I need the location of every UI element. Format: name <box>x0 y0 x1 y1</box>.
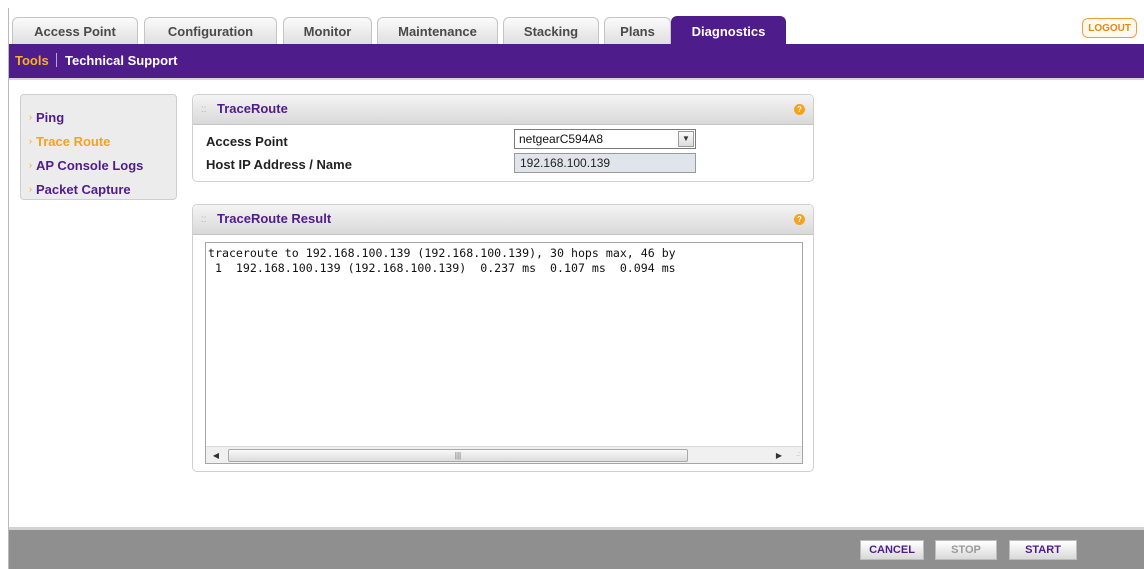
scroll-left-icon[interactable]: ◀ <box>209 449 223 462</box>
tab-access-point[interactable]: Access Point <box>12 17 138 45</box>
subnav-divider <box>56 53 57 67</box>
subnav-divider-line <box>9 78 1144 80</box>
drag-handle-icon: :: <box>201 104 207 115</box>
menu-item-packet-capture[interactable]: › Packet Capture <box>21 177 176 201</box>
traceroute-result-panel: :: TraceRoute Result ? traceroute to 192… <box>192 204 814 472</box>
menu-item-label: AP Console Logs <box>36 157 144 173</box>
footer-bar: CANCEL STOP START <box>9 527 1144 569</box>
chevron-down-icon[interactable]: ▼ <box>678 131 694 147</box>
tab-maintenance[interactable]: Maintenance <box>377 17 498 45</box>
host-ip-label: Host IP Address / Name <box>206 157 352 172</box>
resize-grip-icon[interactable]: .: <box>796 451 800 458</box>
tab-configuration[interactable]: Configuration <box>144 17 277 45</box>
menu-item-ping[interactable]: › Ping <box>21 105 176 129</box>
top-tab-bar: Access Point Configuration Monitor Maint… <box>9 8 1144 45</box>
scroll-right-icon[interactable]: ▶ <box>772 449 786 462</box>
result-textarea[interactable]: traceroute to 192.168.100.139 (192.168.1… <box>205 242 803 464</box>
access-point-label: Access Point <box>206 134 288 149</box>
logout-button[interactable]: LOGOUT <box>1082 18 1137 38</box>
access-point-select[interactable]: netgearC594A8 ▼ <box>514 129 696 149</box>
menu-item-label: Ping <box>36 109 65 125</box>
start-button[interactable]: START <box>1009 540 1077 560</box>
help-icon[interactable]: ? <box>794 214 805 225</box>
result-line: traceroute to 192.168.100.139 (192.168.1… <box>208 246 676 260</box>
traceroute-panel: :: TraceRoute ? Access Point netgearC594… <box>192 94 814 182</box>
cancel-button[interactable]: CANCEL <box>860 540 924 560</box>
chevron-right-icon: › <box>29 136 32 146</box>
panel-title: TraceRoute <box>217 101 288 116</box>
panel-title: TraceRoute Result <box>217 211 332 226</box>
tab-diagnostics[interactable]: Diagnostics <box>671 16 786 45</box>
left-menu: › Ping › Trace Route › AP Console Logs ›… <box>20 94 177 200</box>
tab-plans[interactable]: Plans <box>604 17 671 45</box>
panel-header: :: TraceRoute ? <box>193 95 813 125</box>
host-ip-input[interactable]: 192.168.100.139 <box>514 153 696 173</box>
menu-item-label: Trace Route <box>36 133 111 149</box>
sub-navigation: Tools Technical Support <box>9 44 1144 78</box>
app-frame: Access Point Configuration Monitor Maint… <box>8 8 1144 569</box>
chevron-right-icon: › <box>29 112 32 122</box>
tab-stacking[interactable]: Stacking <box>503 17 599 45</box>
tab-monitor[interactable]: Monitor <box>283 17 372 45</box>
horizontal-scrollbar[interactable]: ◀ ||| ▶ .: <box>206 446 802 463</box>
subnav-tools[interactable]: Tools <box>15 53 49 68</box>
menu-item-label: Packet Capture <box>36 181 131 197</box>
menu-item-trace-route[interactable]: › Trace Route <box>21 129 176 153</box>
chevron-right-icon: › <box>29 160 32 170</box>
drag-handle-icon: :: <box>201 214 207 225</box>
chevron-right-icon: › <box>29 184 32 194</box>
stop-button[interactable]: STOP <box>935 540 997 560</box>
panel-header: :: TraceRoute Result ? <box>193 205 813 235</box>
access-point-selected-value: netgearC594A8 <box>519 132 604 146</box>
help-icon[interactable]: ? <box>794 104 805 115</box>
result-text: traceroute to 192.168.100.139 (192.168.1… <box>208 246 676 276</box>
menu-item-ap-console-logs[interactable]: › AP Console Logs <box>21 153 176 177</box>
subnav-technical-support[interactable]: Technical Support <box>65 53 177 68</box>
scrollbar-thumb[interactable]: ||| <box>228 449 688 462</box>
result-line: 1 192.168.100.139 (192.168.100.139) 0.23… <box>208 261 676 275</box>
